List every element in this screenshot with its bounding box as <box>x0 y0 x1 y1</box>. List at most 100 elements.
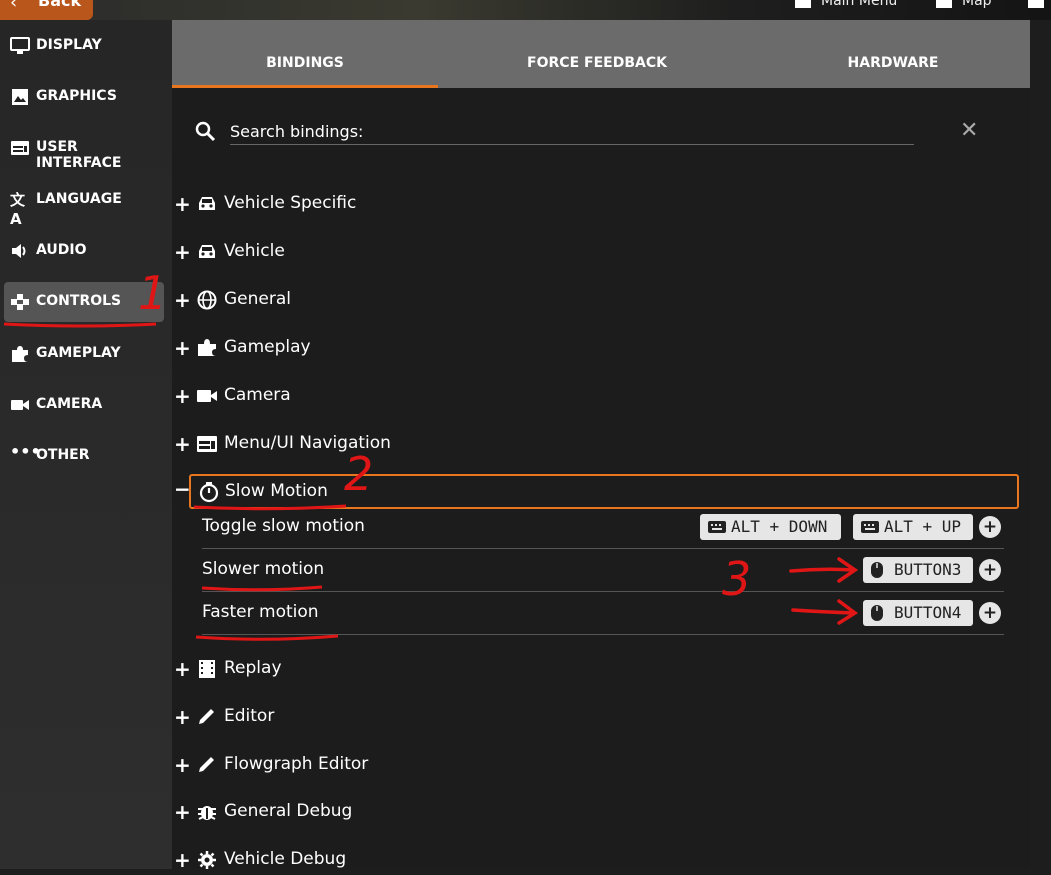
search-input[interactable] <box>230 118 914 145</box>
binding-chip[interactable]: BUTTON3 <box>863 557 973 583</box>
expand-toggle[interactable]: + <box>174 848 191 872</box>
image-icon <box>12 89 28 105</box>
sidebar-item-display[interactable]: DISPLAY <box>4 26 164 66</box>
annotation-number-2: 2 <box>344 447 374 501</box>
back-label: Back <box>38 0 82 10</box>
sidebar-item-graphics[interactable]: GRAPHICS <box>4 77 164 117</box>
search-row: ✕ <box>192 118 978 148</box>
map-link[interactable]: Map <box>936 0 992 9</box>
binding-row-faster-motion: Faster motion BUTTON4 + <box>202 592 1004 635</box>
film-icon <box>199 660 215 678</box>
tab-force-feedback[interactable]: FORCE FEEDBACK <box>438 20 756 88</box>
add-binding-button[interactable]: + <box>979 516 1001 538</box>
category-label: General Debug <box>224 801 353 821</box>
category-label: Flowgraph Editor <box>224 754 369 774</box>
expand-toggle[interactable]: + <box>174 705 191 729</box>
expand-toggle[interactable]: + <box>174 384 191 408</box>
expand-toggle[interactable]: + <box>174 288 191 312</box>
expand-toggle[interactable]: + <box>174 657 191 681</box>
sidebar-item-user-interface[interactable]: USER INTERFACE <box>4 128 164 171</box>
expand-toggle[interactable]: + <box>174 240 191 264</box>
keyboard-icon <box>861 521 879 533</box>
category-general[interactable]: + General <box>172 285 1012 315</box>
annotation-underline-slow-motion <box>193 504 347 511</box>
annotation-arrow-faster <box>791 599 859 625</box>
annotation-underline-slower-motion <box>201 585 323 592</box>
binding-key-text: BUTTON3 <box>894 560 962 579</box>
binding-chip[interactable]: ALT + DOWN <box>700 514 841 540</box>
category-label: General <box>224 289 291 309</box>
chevron-left-icon: ‹ <box>10 0 18 13</box>
binding-chip[interactable]: BUTTON4 <box>863 600 973 626</box>
annotation-arrow-slower <box>789 557 859 583</box>
binding-chip[interactable]: ALT + UP <box>853 514 973 540</box>
category-gameplay[interactable]: + Gameplay <box>172 333 1012 363</box>
car-icon <box>199 245 215 258</box>
main-menu-label: Main Menu <box>821 0 898 9</box>
bug-icon <box>198 806 216 820</box>
add-binding-button[interactable]: + <box>979 602 1001 624</box>
annotation-underline-controls <box>3 322 157 328</box>
window-icon <box>197 436 217 452</box>
expand-toggle[interactable]: + <box>174 336 191 360</box>
category-vehicle-specific[interactable]: + Vehicle Specific <box>172 189 1012 219</box>
tab-bindings[interactable]: BINDINGS <box>172 20 438 88</box>
car-icon <box>199 197 215 210</box>
category-label: Vehicle Debug <box>224 849 347 869</box>
sidebar-item-other[interactable]: ••• OTHER <box>4 436 164 476</box>
globe-icon <box>197 290 217 310</box>
sidebar-item-language[interactable]: 文A LANGUAGE <box>4 180 164 228</box>
category-flowgraph-editor[interactable]: + Flowgraph Editor <box>172 750 1012 780</box>
puzzle-icon <box>1028 0 1044 8</box>
sidebar-item-label: CAMERA <box>36 396 103 412</box>
category-label: Replay <box>224 658 282 678</box>
mouse-icon <box>871 605 883 621</box>
category-label: Editor <box>224 706 275 726</box>
category-editor[interactable]: + Editor <box>172 702 1012 732</box>
sidebar-item-camera[interactable]: CAMERA <box>4 385 164 425</box>
sidebar-item-label: USER INTERFACE <box>36 139 122 171</box>
clear-search-icon[interactable]: ✕ <box>960 118 978 143</box>
pencil-icon <box>199 757 214 772</box>
sidebar-item-label: AUDIO <box>36 242 87 258</box>
add-binding-button[interactable]: + <box>979 559 1001 581</box>
tab-label: FORCE FEEDBACK <box>527 55 667 71</box>
sidebar-item-label: GAMEPLAY <box>36 345 121 361</box>
puzzle-icon <box>12 346 28 362</box>
category-label: Slow Motion <box>225 481 328 501</box>
category-label: Gameplay <box>224 337 311 357</box>
expand-toggle[interactable]: + <box>174 192 191 216</box>
monitor-icon <box>10 37 30 54</box>
category-general-debug[interactable]: + General Debug <box>172 797 1012 827</box>
binding-key-text: BUTTON4 <box>894 603 962 622</box>
category-camera[interactable]: + Camera <box>172 381 1012 411</box>
video-camera-icon <box>11 400 29 410</box>
category-label: Camera <box>224 385 291 405</box>
puzzle-icon <box>198 339 216 356</box>
binding-key-text: ALT + UP <box>884 517 962 536</box>
speaker-icon <box>12 244 26 258</box>
category-vehicle[interactable]: + Vehicle <box>172 237 1012 267</box>
mouse-icon <box>871 562 883 578</box>
category-vehicle-debug[interactable]: + Vehicle Debug <box>172 845 1012 875</box>
sidebar-item-audio[interactable]: AUDIO <box>4 231 164 271</box>
tab-hardware[interactable]: HARDWARE <box>756 20 1030 88</box>
sidebar-item-label: DISPLAY <box>36 37 102 53</box>
expand-toggle[interactable]: + <box>174 432 191 456</box>
main-menu-link[interactable]: Main Menu <box>795 0 897 9</box>
back-button[interactable]: ‹ Back <box>0 0 93 20</box>
puzzle-link[interactable] <box>1028 0 1051 9</box>
category-menu-ui-navigation[interactable]: + Menu/UI Navigation <box>172 429 1012 459</box>
category-label: Vehicle <box>224 241 285 261</box>
sidebar-item-label: OTHER <box>36 447 90 463</box>
expand-toggle[interactable]: + <box>174 800 191 824</box>
category-replay[interactable]: + Replay <box>172 654 1012 684</box>
binding-key-text: ALT + DOWN <box>731 517 828 536</box>
annotation-underline-faster-motion <box>195 634 339 641</box>
annotation-number-3: 3 <box>722 552 752 606</box>
sidebar-item-gameplay[interactable]: GAMEPLAY <box>4 334 164 374</box>
expand-toggle[interactable]: + <box>174 753 191 777</box>
settings-sidebar: DISPLAY GRAPHICS USER INTERFACE 文A LANGU… <box>0 20 172 869</box>
search-icon <box>195 121 216 142</box>
main-panel: BINDINGS FORCE FEEDBACK HARDWARE ✕ + Veh… <box>172 20 1030 872</box>
